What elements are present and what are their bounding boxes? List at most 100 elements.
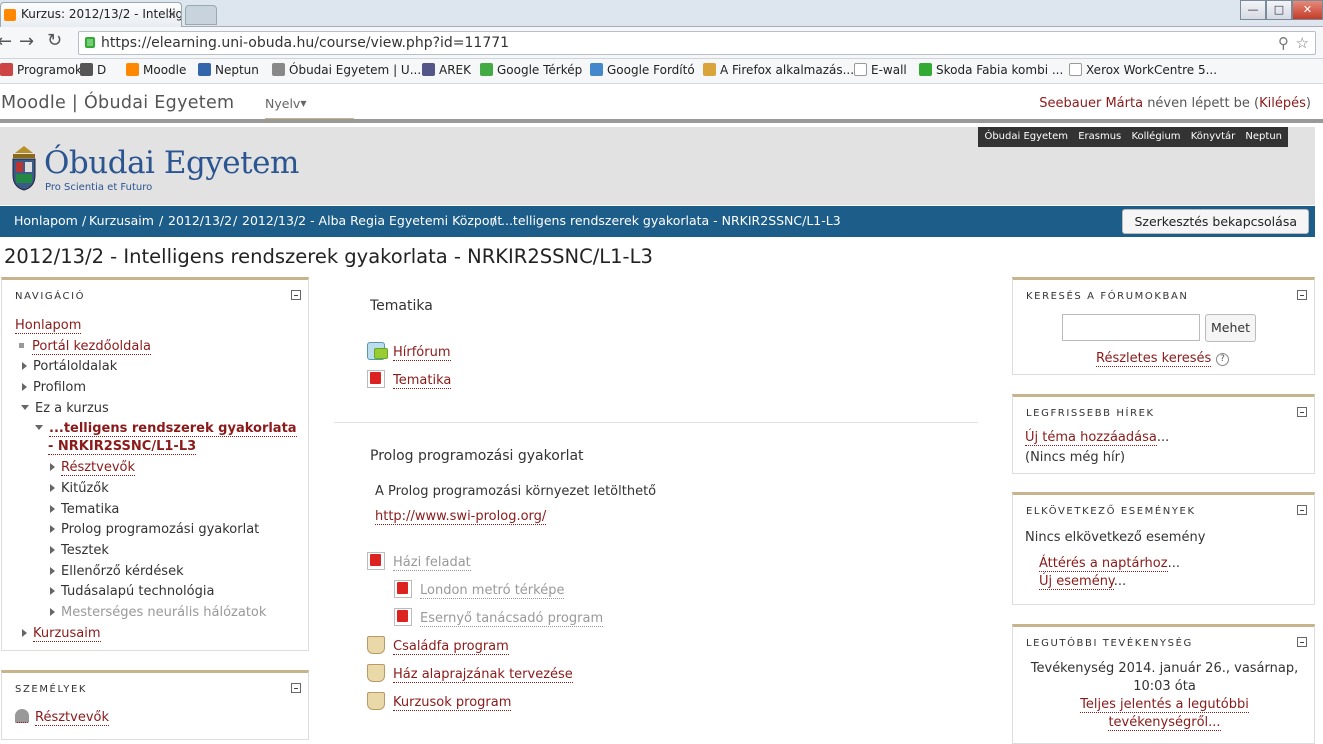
- caret-down-icon: ▼: [300, 99, 307, 108]
- search-icon[interactable]: ⚲: [1278, 32, 1289, 54]
- bookmark-obudai[interactable]: Óbudai Egyetem | U...: [272, 59, 421, 82]
- go-to-calendar-link[interactable]: Áttérés a naptárhoz: [1039, 556, 1168, 572]
- collapse-icon[interactable]: [1297, 637, 1307, 647]
- nav-home[interactable]: Honlapom: [15, 318, 82, 334]
- browser-tab-active[interactable]: Kurzus: 2012/13/2 - Intellig ×: [0, 2, 182, 27]
- tab-close-icon[interactable]: ×: [167, 3, 177, 25]
- people-participants[interactable]: Résztvevők: [15, 709, 110, 726]
- full-report-link[interactable]: Teljes jelentés a legutóbbi: [1080, 697, 1249, 713]
- maximize-button[interactable]: □: [1266, 0, 1292, 20]
- bookmark-xerox[interactable]: Xerox WorkCentre 5...: [1069, 59, 1217, 82]
- toplink-obudai[interactable]: Óbudai Egyetem: [984, 131, 1068, 142]
- site-title[interactable]: Moodle | Óbudai Egyetem: [1, 93, 234, 113]
- nav-profile[interactable]: Profilom: [22, 380, 86, 395]
- nav-this-course[interactable]: Ez a kurzus: [21, 401, 109, 416]
- activity-umbrella-advisor[interactable]: Esernyő tanácsadó program: [394, 608, 604, 627]
- full-report-link-2[interactable]: tevékenységről...: [1108, 715, 1221, 731]
- people-block: SZEMÉLYEK Résztvevők: [1, 670, 309, 740]
- forward-arrow-icon[interactable]: →: [19, 33, 34, 51]
- nav-portal-home[interactable]: Portál kezdőoldala: [15, 339, 151, 355]
- bookmark-google-maps[interactable]: Google Térkép: [480, 59, 582, 82]
- bookmark-google-translate[interactable]: Google Fordító: [590, 59, 695, 82]
- university-crest-icon[interactable]: [11, 145, 37, 191]
- toplink-konyvtar[interactable]: Könyvtár: [1191, 131, 1236, 142]
- breadcrumb-course[interactable]: ...telligens rendszerek gyakorlata - NRK…: [501, 206, 841, 236]
- page-title: 2012/13/2 - Intelligens rendszerek gyako…: [4, 245, 653, 268]
- activity-courses-program[interactable]: Kurzusok program: [367, 692, 512, 711]
- bookmark-skoda[interactable]: Skoda Fabia kombi ...: [919, 59, 1063, 82]
- nav-section-questions[interactable]: Ellenőrző kérdések: [50, 564, 184, 579]
- bookmark-firefox[interactable]: A Firefox alkalmazás...: [703, 59, 854, 82]
- user-profile-link[interactable]: Seebauer Márta: [1039, 96, 1143, 111]
- nav-participants[interactable]: Résztvevők: [50, 460, 136, 476]
- forum-search-button[interactable]: Mehet: [1205, 314, 1256, 342]
- help-icon[interactable]: ?: [1216, 353, 1229, 366]
- collapse-icon[interactable]: [1297, 407, 1307, 417]
- star-icon[interactable]: ☆: [1296, 32, 1309, 54]
- breadcrumb: Honlapom / Kurzusaim / 2012/13/2 / 2012/…: [0, 206, 1315, 237]
- section-title-tematika: Tematika: [370, 298, 433, 314]
- nav-section-neural[interactable]: Mesterséges neurális hálózatok: [50, 605, 266, 620]
- toplink-erasmus[interactable]: Erasmus: [1078, 131, 1121, 142]
- recent-activity-block: LEGUTÓBBI TEVÉKENYSÉG Tevékenység 2014. …: [1012, 624, 1315, 744]
- new-event-link[interactable]: Új esemény: [1039, 574, 1114, 590]
- people-block-title: SZEMÉLYEK: [2, 673, 308, 701]
- new-tab-button[interactable]: [185, 5, 217, 25]
- activity-house-plan[interactable]: Ház alaprajzának tervezése: [367, 664, 573, 683]
- nav-section-tests[interactable]: Tesztek: [50, 543, 109, 558]
- bookmark-arek[interactable]: AREK: [422, 59, 471, 82]
- activity-family-tree[interactable]: Családfa program: [367, 636, 509, 655]
- nav-current-course[interactable]: ...telligens rendszerek gyakorlata: [35, 421, 297, 437]
- collapse-icon[interactable]: [291, 683, 301, 693]
- add-topic-link[interactable]: Új téma hozzáadása: [1025, 430, 1157, 446]
- activity-news-forum[interactable]: Hírfórum: [367, 342, 451, 361]
- advanced-search-link[interactable]: Részletes keresés: [1096, 351, 1212, 367]
- toplink-neptun[interactable]: Neptun: [1245, 131, 1282, 142]
- url-text: https://elearning.uni-obuda.hu/course/vi…: [101, 35, 510, 51]
- breadcrumb-category[interactable]: 2012/13/2 - Alba Regia Egyetemi Központ: [242, 206, 502, 236]
- activity-since-line1: Tevékenység 2014. január 26., vasárnap,: [1030, 661, 1299, 676]
- turn-editing-on-button[interactable]: Szerkesztés bekapcsolása: [1122, 209, 1309, 234]
- language-menu[interactable]: Nyelv▼: [265, 96, 355, 119]
- nav-section-knowledge[interactable]: Tudásalapú technológia: [50, 584, 214, 599]
- close-window-button[interactable]: ✕: [1292, 0, 1323, 20]
- user-icon: [15, 709, 29, 723]
- back-arrow-icon[interactable]: ←: [0, 33, 12, 51]
- forum-search-input[interactable]: [1062, 314, 1200, 341]
- navigation-block-title: NAVIGÁCIÓ: [2, 280, 308, 308]
- logout-link[interactable]: Kilépés: [1259, 96, 1306, 111]
- breadcrumb-my-courses[interactable]: Kurzusaim: [89, 206, 154, 236]
- toplink-kollegium[interactable]: Kollégium: [1131, 131, 1180, 142]
- nav-section-tematika[interactable]: Tematika: [50, 502, 119, 517]
- chevron-down-icon: [35, 425, 43, 430]
- bookmark-moodle[interactable]: Moodle: [126, 59, 186, 82]
- bookmark-skoda-icon: [919, 63, 932, 76]
- bookmark-neptun[interactable]: Neptun: [198, 59, 259, 82]
- breadcrumb-home[interactable]: Honlapom: [14, 206, 78, 236]
- bookmark-page-icon: [854, 63, 867, 76]
- minimize-button[interactable]: —: [1240, 0, 1266, 20]
- bookmark-translate-icon: [590, 63, 603, 76]
- swi-prolog-link[interactable]: http://www.swi-prolog.org/: [375, 509, 547, 525]
- nav-current-course-code[interactable]: - NRKIR2SSNC/L1-L3: [48, 439, 197, 455]
- bookmark-page-icon: [272, 63, 285, 76]
- bookmark-programok[interactable]: Programok: [0, 59, 82, 82]
- bookmark-d[interactable]: D: [80, 59, 106, 82]
- bookmark-ewall[interactable]: E-wall: [854, 59, 907, 82]
- collapse-icon[interactable]: [291, 290, 301, 300]
- activity-tematika-pdf[interactable]: Tematika: [367, 370, 452, 389]
- breadcrumb-semester[interactable]: 2012/13/2: [168, 206, 232, 236]
- activity-london-metro[interactable]: London metró térképe: [394, 580, 565, 599]
- assignment-icon: [367, 692, 385, 710]
- upcoming-events-title: ELKÖVETKEZŐ ESEMÉNYEK: [1013, 495, 1314, 523]
- nav-portal-pages[interactable]: Portáloldalak: [22, 359, 117, 374]
- collapse-icon[interactable]: [1297, 505, 1307, 515]
- reload-icon[interactable]: ↻: [47, 32, 62, 50]
- nav-my-courses[interactable]: Kurzusaim: [22, 626, 101, 642]
- collapse-icon[interactable]: [1297, 290, 1307, 300]
- nav-badges[interactable]: Kitűzők: [50, 481, 109, 496]
- bookmark-neptun-icon: [198, 63, 211, 76]
- address-bar[interactable]: https://elearning.uni-obuda.hu/course/vi…: [78, 31, 1316, 55]
- nav-section-prolog[interactable]: Prolog programozási gyakorlat: [50, 522, 259, 537]
- activity-homework[interactable]: Házi feladat: [367, 552, 471, 571]
